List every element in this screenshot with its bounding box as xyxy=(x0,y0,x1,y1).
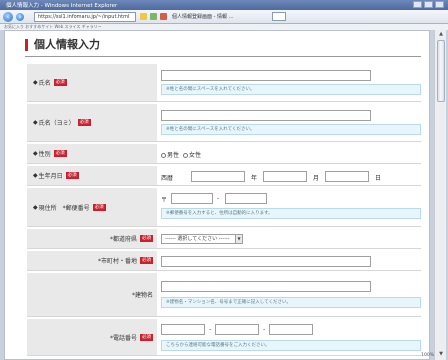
row-birthdate: ◆ 生年月日 必須 西暦 年 月 日 xyxy=(27,166,421,187)
postal-hint: ※郵便番号を入力すると、住所は自動的に入ります。 xyxy=(161,208,421,219)
required-badge: 必須 xyxy=(140,257,153,264)
scroll-down-icon[interactable]: ▼ xyxy=(437,351,445,359)
row-phone: *電話番号 必須 - - こちらから連絡可能な電話番号をご入力ください。 xyxy=(27,319,421,357)
zoom-level: 100% xyxy=(421,353,434,358)
postal-code-second-input[interactable] xyxy=(225,193,267,204)
window-title: 個人情報入力 - Windows Internet Explorer xyxy=(6,3,118,9)
name-label: ◆ 氏名 必須 xyxy=(27,64,157,102)
lock-icon xyxy=(140,13,147,20)
minimize-button[interactable] xyxy=(413,1,422,8)
search-input[interactable] xyxy=(272,12,286,21)
vertical-scrollbar[interactable]: ▲ ▼ xyxy=(434,30,446,360)
city-label: *市町村・番地 必須 xyxy=(27,251,157,271)
chevron-down-icon[interactable]: ▼ xyxy=(235,235,242,243)
name-hint: ※姓と名の間にスペースを入れてください。 xyxy=(161,84,421,95)
building-input[interactable] xyxy=(161,281,371,292)
tab-current[interactable]: 個人情報登録画面 - 情報 … xyxy=(172,13,262,22)
gender-male-label: 男性 xyxy=(167,152,180,159)
row-city: *市町村・番地 必須 xyxy=(27,251,421,272)
row-prefecture: *都道府県 必須 ------ 選択してください ------ ▼ xyxy=(27,229,421,250)
postal-dash: - xyxy=(217,195,220,202)
required-badge: 必須 xyxy=(77,119,91,126)
row-name-kana: ◆ 氏名（ヨミ） 必須 ※姓と名の間にスペースを入れてください。 xyxy=(27,104,421,143)
required-badge: 必須 xyxy=(92,203,106,211)
phone-dash-1: - xyxy=(209,326,212,333)
gender-female-label: 女性 xyxy=(188,152,201,159)
row-name: ◆ 氏名 必須 ※姓と名の間にスペースを入れてください。 xyxy=(27,64,421,103)
window-titlebar: 個人情報入力 - Windows Internet Explorer xyxy=(0,0,448,10)
birth-month-input[interactable] xyxy=(263,171,307,182)
building-hint: ※建物名・マンション名、号号まで正確に記入してください。 xyxy=(161,297,421,308)
prefecture-select[interactable]: ------ 選択してください ------ ▼ xyxy=(161,234,243,244)
name-input[interactable] xyxy=(161,70,371,81)
gender-male-radio[interactable] xyxy=(161,153,166,158)
scroll-up-icon[interactable]: ▲ xyxy=(437,31,445,39)
required-badge: 必須 xyxy=(65,172,79,179)
page-content: 個人情報入力 ◆ 氏名 必須 ※姓と名の間にスペースを入れてください。 ◆ 氏名… xyxy=(4,30,430,360)
maximize-button[interactable] xyxy=(424,1,433,8)
gender-female-radio[interactable] xyxy=(182,153,188,158)
scrollbar-thumb[interactable] xyxy=(437,40,445,102)
phone-first-input[interactable] xyxy=(161,324,205,335)
birth-day-input[interactable] xyxy=(325,171,369,182)
url-field[interactable]: https://ssl1.infomaru.jp/~/input.html xyxy=(34,12,136,22)
back-button[interactable]: ‹ xyxy=(3,12,13,22)
required-badge: 必須 xyxy=(53,79,67,86)
close-button[interactable] xyxy=(435,1,444,8)
gender-label: ◆ 性別 必須 xyxy=(27,144,157,164)
prefecture-label: *都道府県 必須 xyxy=(27,229,157,249)
name-kana-input[interactable] xyxy=(161,110,371,121)
page-title: 個人情報入力 xyxy=(25,39,100,51)
stop-icon[interactable] xyxy=(160,13,167,20)
required-badge: 必須 xyxy=(140,333,153,341)
title-divider xyxy=(25,56,421,57)
name-kana-hint: ※姓と名の間にスペースを入れてください。 xyxy=(161,124,421,135)
day-label: 日 xyxy=(375,175,382,182)
postal-label: ◆ 現住所 *郵便番号 必須 xyxy=(27,188,157,227)
city-input[interactable] xyxy=(161,256,371,267)
address-bar: ‹ › https://ssl1.infomaru.jp/~/input.htm… xyxy=(0,10,448,24)
phone-label: *電話番号 必須 xyxy=(27,319,157,356)
postal-code-first-input[interactable] xyxy=(171,193,213,204)
forward-button[interactable]: › xyxy=(16,13,24,21)
phone-second-input[interactable] xyxy=(215,324,259,335)
month-label: 月 xyxy=(313,175,320,182)
phone-third-input[interactable] xyxy=(269,324,313,335)
year-label: 年 xyxy=(251,175,258,182)
row-building: *建物名 ※建物名・マンション名、号号まで正確に記入してください。 xyxy=(27,273,421,318)
name-kana-label: ◆ 氏名（ヨミ） 必須 xyxy=(27,104,157,142)
row-gender: ◆ 性別 必須 男性 女性 xyxy=(27,144,421,165)
postal-prefix: 〒 xyxy=(161,197,168,204)
address-group-label: 現住所 xyxy=(38,204,57,212)
building-label: *建物名 xyxy=(27,273,157,317)
phone-dash-2: - xyxy=(263,326,266,333)
era-label: 西暦 xyxy=(161,175,174,182)
birth-year-input[interactable] xyxy=(191,171,245,182)
required-badge: 必須 xyxy=(140,235,153,242)
required-badge: 必須 xyxy=(53,150,67,157)
row-postal-code: ◆ 現住所 *郵便番号 必須 〒 - ※郵便番号を入力すると、住所は自動的に入り… xyxy=(27,188,421,228)
birthdate-label: ◆ 生年月日 必須 xyxy=(27,166,157,186)
window-controls xyxy=(413,1,444,8)
phone-hint: こちらから連絡可能な電話番号をご入力ください。 xyxy=(161,340,421,351)
refresh-icon[interactable] xyxy=(150,13,157,20)
